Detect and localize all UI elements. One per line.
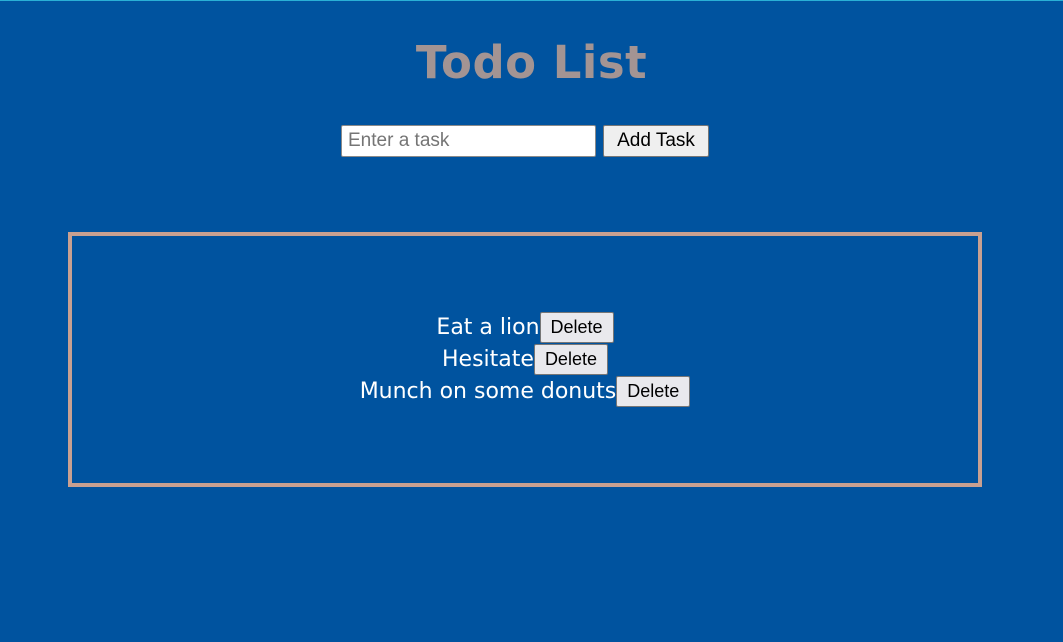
delete-task-button[interactable]: Delete (533, 344, 608, 375)
task-text: Munch on some donuts (359, 379, 617, 404)
list-item: Eat a lion Delete (436, 312, 614, 344)
page-title: Todo List (415, 36, 648, 89)
task-text: Eat a lion (436, 315, 540, 340)
delete-task-button[interactable]: Delete (539, 312, 614, 343)
task-list: Eat a lion Delete Hesitate Delete Munch … (360, 312, 691, 408)
task-input[interactable] (341, 125, 596, 157)
delete-task-button[interactable]: Delete (616, 376, 691, 407)
list-item: Hesitate Delete (442, 344, 608, 376)
task-list-container: Eat a lion Delete Hesitate Delete Munch … (68, 232, 982, 487)
list-item: Munch on some donuts Delete (360, 376, 691, 408)
add-task-button[interactable]: Add Task (603, 125, 709, 157)
add-task-form: Add Task (341, 125, 709, 157)
task-text: Hesitate (442, 347, 534, 372)
